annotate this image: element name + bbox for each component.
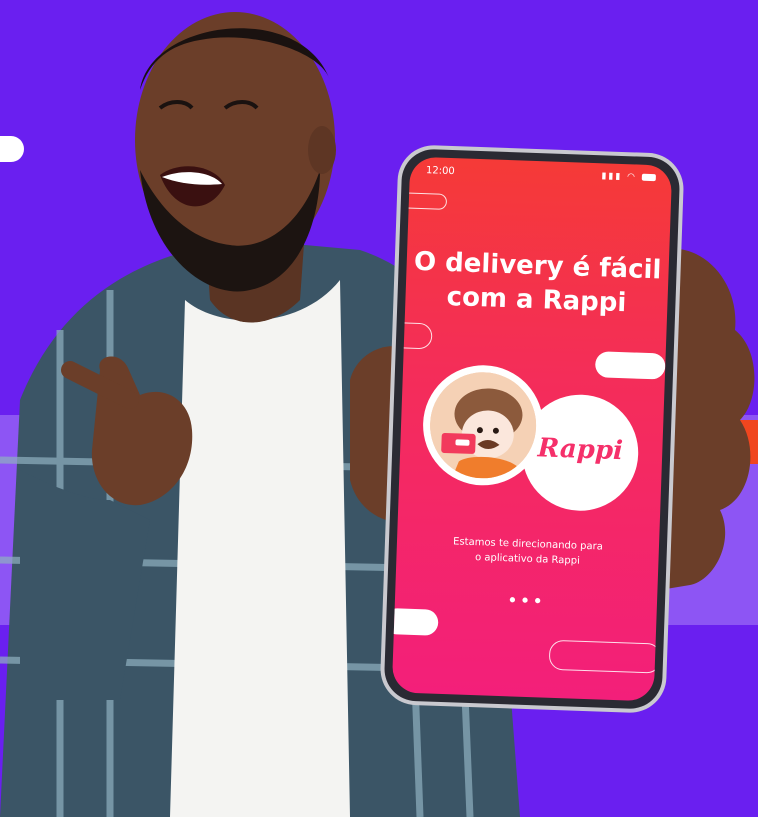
mascot-avatar bbox=[428, 370, 538, 481]
redirect-message: Estamos te direcionando para o aplicativ… bbox=[396, 532, 659, 571]
decorative-outline-pill bbox=[391, 321, 433, 350]
status-bar: 12:00 ▮▮▮ ◠ bbox=[426, 165, 656, 189]
status-time: 12:00 bbox=[425, 165, 455, 178]
decorative-outline-pill bbox=[548, 639, 662, 674]
decorative-solid-pill bbox=[594, 351, 666, 380]
headline: O delivery é fácil com a Rappi bbox=[405, 245, 669, 322]
mascot-character-icon bbox=[428, 370, 538, 481]
battery-icon bbox=[641, 173, 656, 182]
signal-wifi-battery-icons: ▮▮▮ ◠ bbox=[601, 171, 656, 183]
smartphone: 12:00 ▮▮▮ ◠ O delivery é fácil com a Rap… bbox=[383, 148, 681, 710]
phone-screen: 12:00 ▮▮▮ ◠ O delivery é fácil com a Rap… bbox=[391, 156, 673, 702]
decorative-solid-pill bbox=[391, 607, 439, 636]
